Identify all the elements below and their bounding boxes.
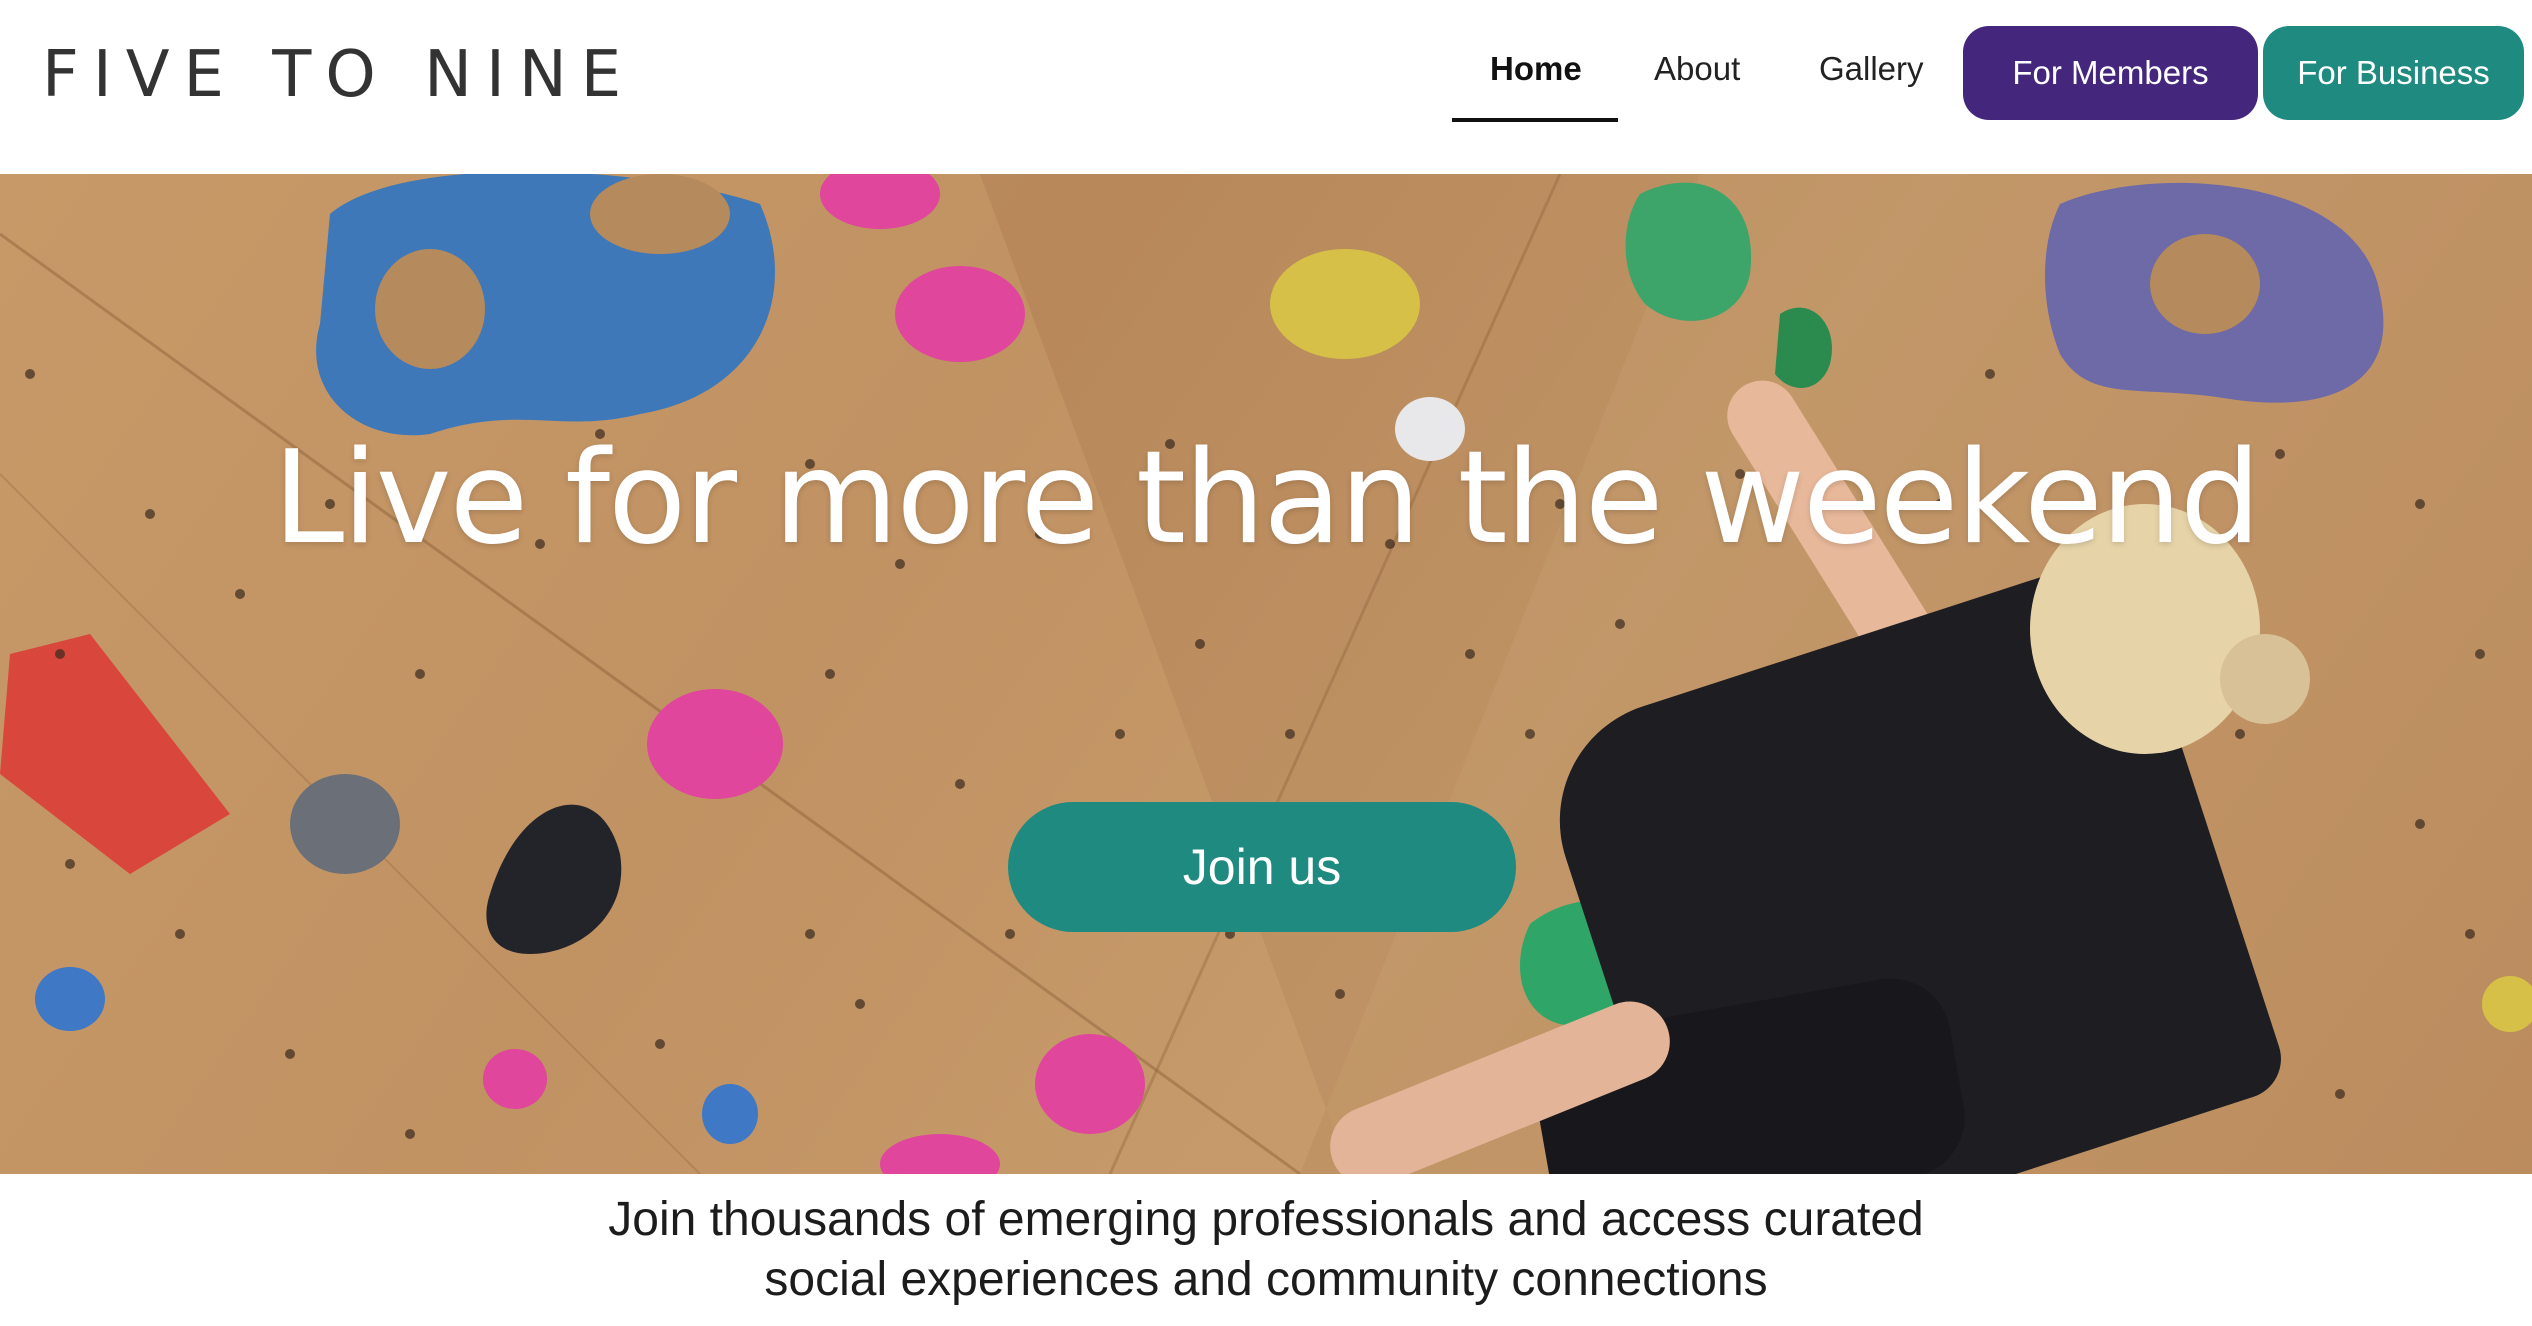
nav-about-link[interactable]: About (1654, 50, 1740, 88)
nav-home-link[interactable]: Home (1490, 50, 1582, 88)
tagline: Join thousands of emerging professionals… (0, 1190, 2532, 1310)
tagline-line-2: social experiences and community connect… (764, 1253, 1768, 1306)
for-business-button[interactable]: For Business (2263, 26, 2524, 120)
hero-section: Live for more than the weekend Join us (0, 174, 2532, 1174)
nav-gallery-link[interactable]: Gallery (1819, 50, 1924, 88)
join-us-button[interactable]: Join us (1008, 802, 1516, 932)
for-members-button[interactable]: For Members (1963, 26, 2258, 120)
climber-hair-bun (2220, 634, 2310, 724)
hero-title: Live for more than the weekend (272, 424, 2261, 573)
site-header: FIVE TO NINE Home About Gallery For Memb… (0, 0, 2532, 174)
tagline-line-1: Join thousands of emerging professionals… (608, 1193, 1924, 1246)
active-nav-indicator (1452, 118, 1618, 122)
site-logo[interactable]: FIVE TO NINE (42, 38, 635, 112)
